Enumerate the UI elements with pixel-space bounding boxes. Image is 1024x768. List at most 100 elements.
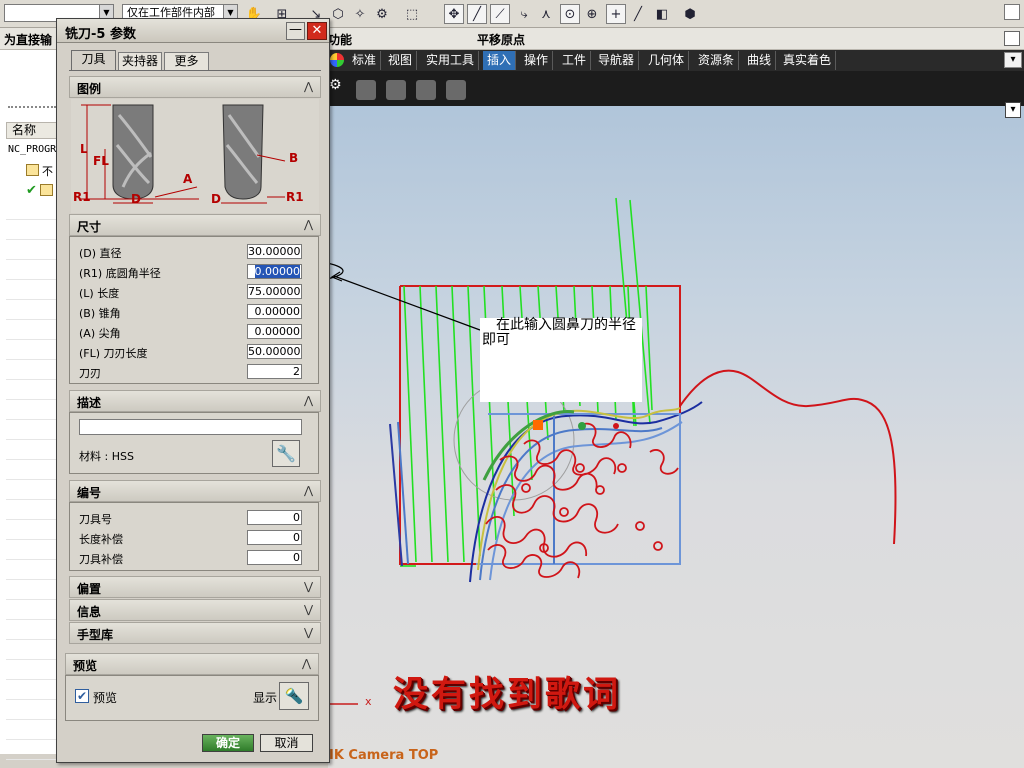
section-figure[interactable]: 图例 ⋀ xyxy=(69,76,321,98)
list-item[interactable] xyxy=(6,280,58,300)
preview-checkbox[interactable]: ✔ xyxy=(75,689,89,703)
snap-intersect-icon[interactable]: ⋏ xyxy=(536,4,556,24)
snap-midpoint-icon[interactable]: ⟋ xyxy=(490,4,510,24)
material-label: 材料 : HSS xyxy=(79,450,134,463)
list-item[interactable] xyxy=(6,320,58,340)
callout-leader xyxy=(333,275,481,331)
snap-control-icon[interactable]: ⤷ xyxy=(514,4,534,24)
list-item[interactable] xyxy=(6,580,58,600)
tab-more[interactable]: 更多 xyxy=(164,52,209,70)
flutes-field[interactable]: 2 xyxy=(247,364,302,379)
diameter-field[interactable]: 30.00000 xyxy=(247,244,302,259)
section-preview[interactable]: 预览 ⋀ xyxy=(65,653,319,675)
length-field[interactable]: 75.00000 xyxy=(247,284,302,299)
length-comp-field[interactable]: 0 xyxy=(247,530,302,545)
list-item[interactable] xyxy=(6,500,58,520)
tip-angle-label: (A) 尖角 xyxy=(79,327,121,340)
tool-figure-panel: L FL R1 D A B D R1 xyxy=(71,99,319,213)
snap-center-icon[interactable]: ⊙ xyxy=(560,4,580,24)
callout-text: 在此输入圆鼻刀的半径即可 xyxy=(482,317,636,348)
list-item[interactable] xyxy=(6,360,58,380)
name-column-header[interactable]: 名称 xyxy=(6,122,58,139)
list-item[interactable] xyxy=(6,680,58,700)
navigator-title: 为直接输 xyxy=(4,33,53,47)
list-item[interactable] xyxy=(6,440,58,460)
list-item[interactable] xyxy=(6,480,58,500)
section-info[interactable]: 信息 ⋁ xyxy=(69,599,321,621)
figure-label-r1-right: R1 xyxy=(286,190,304,204)
section-offset[interactable]: 偏置 ⋁ xyxy=(69,576,321,598)
tip-angle-field[interactable]: 0.00000 xyxy=(247,324,302,339)
cancel-button[interactable]: 取消 xyxy=(260,734,313,752)
annotation-callout: 在此输入圆鼻刀的半径即可 xyxy=(480,318,642,402)
chevron-up-icon: ⋀ xyxy=(303,484,314,497)
snap-point-icon[interactable]: ✥ xyxy=(444,4,464,24)
list-item[interactable] xyxy=(6,700,58,720)
window-restore-icon[interactable] xyxy=(1004,4,1020,20)
flute-length-field[interactable]: 50.00000 xyxy=(247,344,302,359)
panel-toggle-icon[interactable] xyxy=(1004,31,1020,46)
list-item[interactable] xyxy=(6,400,58,420)
figure-label-l: L xyxy=(80,142,88,156)
chevron-down-icon: ⋁ xyxy=(303,580,314,593)
length-comp-label: 长度补偿 xyxy=(79,533,123,546)
solid-body-icon[interactable]: ⬡ xyxy=(328,4,348,24)
material-wrench-icon[interactable]: 🔧 xyxy=(272,440,300,467)
nav-root-item[interactable]: NC_PROGR xyxy=(8,144,56,155)
start-point-marker xyxy=(533,420,543,430)
list-item[interactable] xyxy=(6,540,58,560)
tool-number-label: 刀具号 xyxy=(79,513,112,526)
tool-number-field[interactable]: 0 xyxy=(247,510,302,525)
show-flashlight-icon[interactable]: 🔦 xyxy=(279,682,309,710)
snap-face-icon[interactable]: ◧ xyxy=(652,4,672,24)
description-input[interactable] xyxy=(79,419,302,435)
chevron-up-icon: ⋀ xyxy=(301,657,312,670)
ok-button[interactable]: 确定 xyxy=(202,734,254,752)
list-item[interactable] xyxy=(6,260,58,280)
graphics-window[interactable]: 标准 视图 实用工具 插入 操作 工件 导航器 几何体 资源条 曲线 真实着色 … xyxy=(328,50,1024,768)
list-item[interactable] xyxy=(6,560,58,580)
list-item[interactable] xyxy=(6,620,58,640)
cutter-comp-field[interactable]: 0 xyxy=(247,550,302,565)
nav-child-label[interactable]: 不 xyxy=(42,163,53,179)
list-item[interactable] xyxy=(6,220,58,240)
list-item[interactable] xyxy=(6,300,58,320)
box-select-icon[interactable]: ⬚ xyxy=(402,4,422,24)
list-item[interactable] xyxy=(6,420,58,440)
snap-endpoint-icon[interactable]: ╱ xyxy=(467,4,487,24)
dialog-titlebar[interactable]: 铣刀-5 参数 — ✕ xyxy=(57,19,329,43)
feature-icon[interactable]: ✧ xyxy=(350,4,370,24)
assembly-icon[interactable]: ⚙ xyxy=(372,4,392,24)
minimize-icon[interactable]: — xyxy=(286,22,305,40)
tab-tool[interactable]: 刀具 xyxy=(71,50,116,71)
list-item[interactable] xyxy=(6,520,58,540)
section-info-label: 信息 xyxy=(77,605,102,619)
section-dimensions[interactable]: 尺寸 ⋀ xyxy=(69,214,321,236)
close-icon[interactable]: ✕ xyxy=(307,22,327,40)
part-view-icon[interactable]: ⬢ xyxy=(680,4,700,24)
snap-quadrant-icon[interactable]: ⊕ xyxy=(582,4,602,24)
taper-angle-label: (B) 锥角 xyxy=(79,307,121,320)
list-item[interactable] xyxy=(6,460,58,480)
list-item[interactable] xyxy=(6,600,58,620)
section-description[interactable]: 描述 ⋀ xyxy=(69,390,321,412)
list-item[interactable] xyxy=(6,200,58,220)
section-library[interactable]: 手型库 ⋁ xyxy=(69,622,321,644)
taper-angle-field[interactable]: 0.00000 xyxy=(247,304,302,319)
dialog-title: 铣刀-5 参数 xyxy=(65,27,136,42)
snap-curve-icon[interactable]: ╱ xyxy=(628,4,648,24)
list-item[interactable] xyxy=(6,380,58,400)
list-item[interactable] xyxy=(6,720,58,740)
list-item[interactable] xyxy=(6,740,58,760)
end-point-marker xyxy=(613,423,619,429)
list-item[interactable] xyxy=(6,240,58,260)
list-item[interactable] xyxy=(6,660,58,680)
section-numbering[interactable]: 编号 ⋀ xyxy=(69,480,321,502)
x-axis-label: x xyxy=(365,695,372,708)
yellow-edge xyxy=(477,407,681,571)
tab-holder[interactable]: 夹持器 xyxy=(118,52,162,70)
list-item[interactable] xyxy=(6,340,58,360)
corner-radius-field[interactable]: 0.00000 xyxy=(247,264,302,279)
list-item[interactable] xyxy=(6,640,58,660)
snap-existing-icon[interactable]: + xyxy=(606,4,626,24)
